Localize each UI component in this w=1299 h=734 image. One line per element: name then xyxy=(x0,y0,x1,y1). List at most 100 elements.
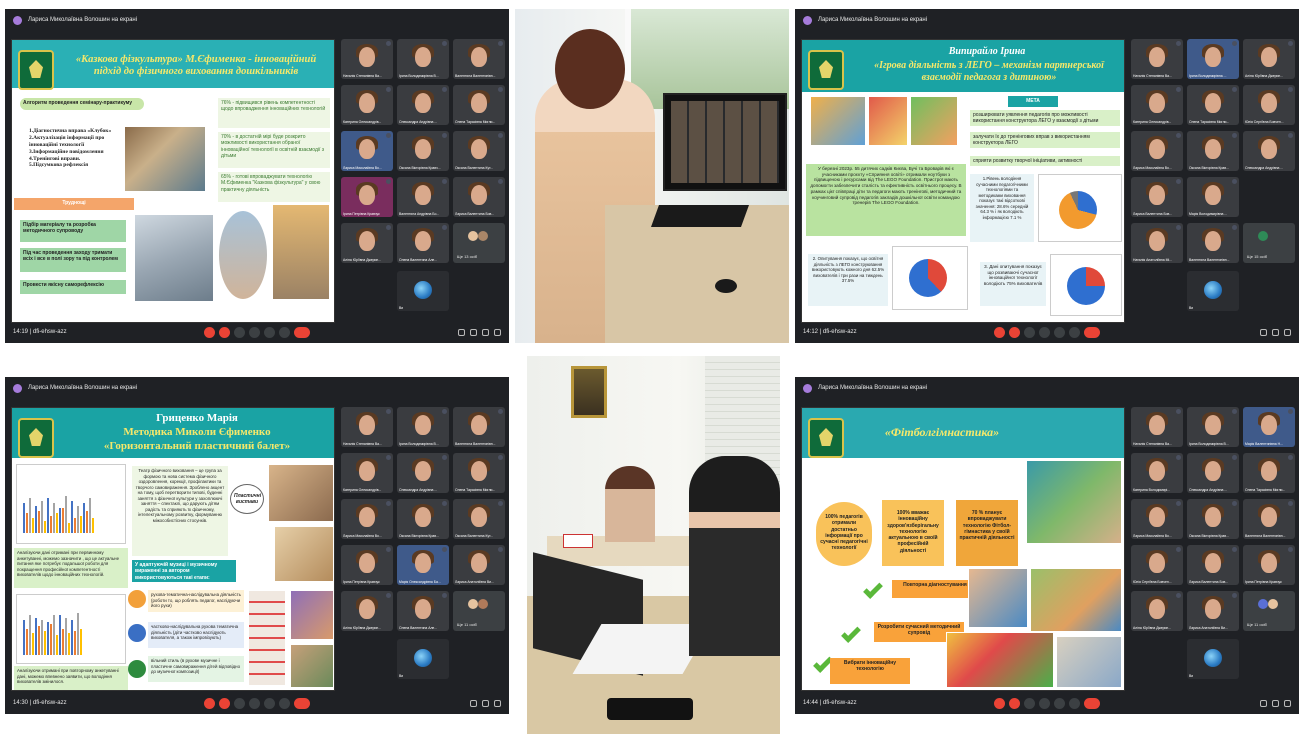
participant-tile[interactable]: Ірина Володимирівна ... xyxy=(1187,39,1239,79)
participant-tile[interactable]: Ірина Петрівна Кравчук xyxy=(341,545,393,585)
participant-tile[interactable]: Юлія Сергіївна Бовчен... xyxy=(1131,545,1183,585)
more-options-button[interactable] xyxy=(1069,326,1080,338)
end-call-button[interactable] xyxy=(294,326,310,338)
end-call-button[interactable] xyxy=(1084,326,1100,338)
participant-tile[interactable]: Ірина Петрівна Кравчук xyxy=(341,177,393,217)
self-tile[interactable]: Ви xyxy=(1187,639,1239,679)
reactions-button[interactable] xyxy=(249,697,260,709)
participant-tile[interactable]: Оксана Вікторівна Кравч... xyxy=(397,131,449,171)
participant-tile[interactable]: Лариса Анатоліївна Ви... xyxy=(453,545,505,585)
more-participants-tile[interactable]: Ще 13 осіб xyxy=(453,223,505,263)
participant-tile[interactable]: Олена Тарасівна Мигли... xyxy=(453,85,505,125)
mic-toggle-button[interactable] xyxy=(994,326,1005,338)
participant-tile[interactable]: Наталія Степанівна Ва... xyxy=(341,407,393,447)
participant-tile[interactable]: Ірина Володимирівна В... xyxy=(397,407,449,447)
present-button[interactable] xyxy=(264,697,275,709)
end-call-button[interactable] xyxy=(1084,697,1100,709)
participant-tile[interactable]: Лариса Валентина Бов... xyxy=(453,177,505,217)
camera-toggle-button[interactable] xyxy=(1009,697,1020,709)
reactions-button[interactable] xyxy=(1039,326,1050,338)
activities-icon[interactable] xyxy=(494,328,501,336)
participant-tile[interactable]: Наталія Степанівна Ва... xyxy=(341,39,393,79)
participant-tile[interactable]: Наталія Степанівна Ва... xyxy=(1131,407,1183,447)
participant-tile[interactable]: Валентина Валентинівн... xyxy=(1243,499,1295,539)
participant-tile[interactable]: Ірина Володимирівна В... xyxy=(1187,407,1239,447)
participant-tile[interactable]: Валентина Валентинівн... xyxy=(1187,223,1239,263)
self-tile[interactable]: Ви xyxy=(397,271,449,311)
participant-tile[interactable]: Олена Валентина Але... xyxy=(397,223,449,263)
camera-toggle-button[interactable] xyxy=(219,326,230,338)
camera-toggle-button[interactable] xyxy=(1009,326,1020,338)
info-icon[interactable] xyxy=(1260,328,1267,336)
participant-tile[interactable]: Оксана Валентина Кут... xyxy=(453,131,505,171)
raise-hand-button[interactable] xyxy=(234,697,245,709)
participant-tile[interactable]: Катерина Олександрів... xyxy=(1131,85,1183,125)
chat-icon[interactable] xyxy=(1284,699,1291,707)
participant-tile[interactable]: Олена Тарасівна Мигли... xyxy=(1187,85,1239,125)
participant-tile[interactable]: Аліна Юріївна Джерин... xyxy=(1131,591,1183,631)
people-icon[interactable] xyxy=(1272,699,1279,707)
participant-tile[interactable]: Олександра Андрівна ... xyxy=(1243,131,1295,171)
participant-tile[interactable]: Катерина Олександрів... xyxy=(341,453,393,493)
participant-tile[interactable]: Оксана Вікторівна Крав... xyxy=(1187,131,1239,171)
people-icon[interactable] xyxy=(482,699,489,707)
mic-toggle-button[interactable] xyxy=(204,697,215,709)
participant-tile[interactable]: Лариса Миколаївна Во... xyxy=(1131,131,1183,171)
reactions-button[interactable] xyxy=(1039,697,1050,709)
more-participants-tile[interactable]: Ще 15 осіб xyxy=(1243,223,1295,263)
participant-tile[interactable]: Аліна Юріївна Джерин... xyxy=(341,223,393,263)
participant-tile[interactable]: Олександра Андрівна ... xyxy=(397,85,449,125)
participant-tile[interactable]: Оксана Вікторівна Крав... xyxy=(397,499,449,539)
participant-tile[interactable]: Катерина Володимирі... xyxy=(1131,453,1183,493)
chat-icon[interactable] xyxy=(1284,328,1291,336)
participant-tile[interactable]: Валентина Валентинівн... xyxy=(453,39,505,79)
participant-tile[interactable]: Олександра Андрівна ... xyxy=(1187,453,1239,493)
more-participants-tile[interactable]: Ще 11 осіб xyxy=(453,591,505,631)
participant-tile[interactable]: Валентина Валентинівн... xyxy=(453,407,505,447)
participant-tile[interactable]: Катерина Олександрів... xyxy=(341,85,393,125)
participant-tile[interactable]: Оксана Вікторівна Крав... xyxy=(1187,499,1239,539)
chat-icon[interactable] xyxy=(482,328,489,336)
participant-tile[interactable]: Лариса Валентина Бов... xyxy=(1187,545,1239,585)
participant-tile[interactable]: Ірина Володимирівна В... xyxy=(397,39,449,79)
info-icon[interactable] xyxy=(470,699,477,707)
participant-tile[interactable]: Олена Тарасівна Мигли... xyxy=(1243,453,1295,493)
participant-tile[interactable]: Аліна Юріївна Джерин... xyxy=(1243,39,1295,79)
more-options-button[interactable] xyxy=(279,326,290,338)
more-options-button[interactable] xyxy=(1069,697,1080,709)
people-icon[interactable] xyxy=(470,328,477,336)
info-icon[interactable] xyxy=(1260,699,1267,707)
participant-tile[interactable]: Олена Валентина Але... xyxy=(397,591,449,631)
raise-hand-button[interactable] xyxy=(234,326,245,338)
participant-tile[interactable]: Олександра Андрівна ... xyxy=(397,453,449,493)
participant-tile[interactable]: Ірина Петрівна Кравчук xyxy=(1243,545,1295,585)
participant-tile[interactable]: Лариса Анатоліївна Ви... xyxy=(1187,591,1239,631)
participant-tile[interactable]: Марія Олександрівна Ба... xyxy=(397,545,449,585)
participant-tile[interactable]: Оксана Валентина Кут... xyxy=(453,499,505,539)
more-options-button[interactable] xyxy=(279,697,290,709)
mic-toggle-button[interactable] xyxy=(204,326,215,338)
participant-tile[interactable]: Наталія Анатоліївна Мі... xyxy=(1131,223,1183,263)
participant-tile[interactable]: Лариса Валентина Бов... xyxy=(1131,177,1183,217)
participant-tile[interactable]: Наталія Степанівна Ва... xyxy=(1131,39,1183,79)
info-icon[interactable] xyxy=(458,328,465,336)
participant-tile[interactable]: Марія Валентинівна Н... xyxy=(1243,407,1295,447)
participant-tile[interactable]: Валентина Андрівна Бо... xyxy=(397,177,449,217)
participant-tile[interactable]: Аліна Юріївна Джерин... xyxy=(341,591,393,631)
raise-hand-button[interactable] xyxy=(1024,326,1035,338)
people-icon[interactable] xyxy=(1272,328,1279,336)
present-button[interactable] xyxy=(1054,326,1065,338)
participant-tile[interactable]: Юлія Сергіївна Бовчен... xyxy=(1243,85,1295,125)
reactions-button[interactable] xyxy=(249,326,260,338)
participant-tile[interactable]: Лариса Миколаївна Во... xyxy=(341,131,393,171)
participant-tile[interactable]: Олена Тарасівна Мигли... xyxy=(453,453,505,493)
present-button[interactable] xyxy=(264,326,275,338)
end-call-button[interactable] xyxy=(294,697,310,709)
more-participants-tile[interactable]: Ще 11 осіб xyxy=(1243,591,1295,631)
camera-toggle-button[interactable] xyxy=(219,697,230,709)
chat-icon[interactable] xyxy=(494,699,501,707)
mic-toggle-button[interactable] xyxy=(994,697,1005,709)
participant-tile[interactable]: Марія Володимирівна ... xyxy=(1187,177,1239,217)
self-tile[interactable]: Ви xyxy=(1187,271,1239,311)
participant-tile[interactable]: Лариса Миколаївна Во... xyxy=(341,499,393,539)
